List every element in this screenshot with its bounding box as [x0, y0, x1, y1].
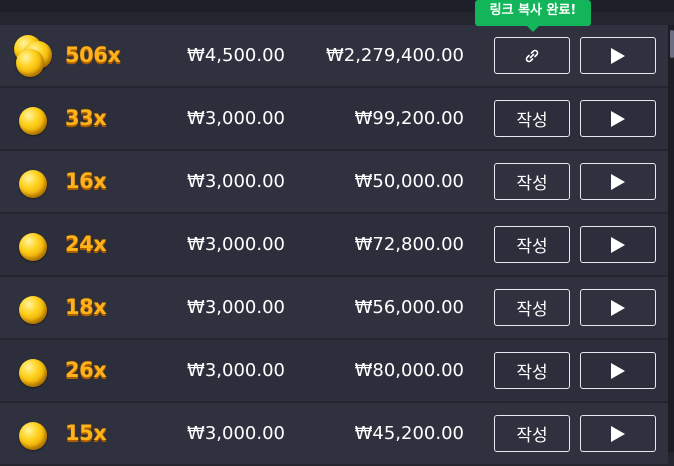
play-button[interactable] [580, 352, 656, 389]
play-button[interactable] [580, 415, 656, 452]
write-button[interactable]: 작성 [494, 226, 570, 263]
copy-link-button[interactable] [494, 37, 570, 74]
play-icon [611, 425, 625, 442]
list-item: 33x ₩3,000.00 ₩99,200.00 작성 [0, 88, 668, 149]
play-icon [611, 110, 625, 127]
bet-amount: ₩3,000.00 [187, 234, 285, 255]
play-icon [611, 47, 625, 64]
coin-pile-icon [14, 35, 52, 77]
play-button[interactable] [580, 289, 656, 326]
bet-amount: ₩4,500.00 [187, 45, 285, 66]
win-amount: ₩56,000.00 [354, 297, 464, 318]
play-icon [611, 362, 625, 379]
bet-amount: ₩3,000.00 [187, 360, 285, 381]
coin-icon [14, 102, 50, 138]
play-button[interactable] [580, 226, 656, 263]
big-win-list: 506x ₩4,500.00 ₩2,279,400.00 33x ₩3,000.… [0, 25, 668, 466]
write-button[interactable]: 작성 [494, 415, 570, 452]
coin-icon [14, 228, 50, 264]
list-item: 24x ₩3,000.00 ₩72,800.00 작성 [0, 214, 668, 275]
link-icon [525, 49, 539, 62]
scrollbar-track[interactable] [668, 25, 674, 452]
win-amount: ₩50,000.00 [354, 171, 464, 192]
multiplier: 15x [65, 421, 107, 445]
multiplier: 18x [65, 295, 107, 319]
list-item: 26x ₩3,000.00 ₩80,000.00 작성 [0, 340, 668, 401]
bet-amount: ₩3,000.00 [187, 108, 285, 129]
multiplier: 26x [65, 358, 107, 382]
write-button[interactable]: 작성 [494, 352, 570, 389]
list-item: 506x ₩4,500.00 ₩2,279,400.00 [0, 25, 668, 86]
play-icon [611, 236, 625, 253]
bet-amount: ₩3,000.00 [187, 423, 285, 444]
win-amount: ₩80,000.00 [354, 360, 464, 381]
win-amount: ₩45,200.00 [354, 423, 464, 444]
multiplier: 16x [65, 169, 107, 193]
coin-icon [14, 165, 50, 201]
play-icon [611, 299, 625, 316]
win-amount: ₩99,200.00 [354, 108, 464, 129]
win-amount: ₩2,279,400.00 [325, 45, 464, 66]
play-icon [611, 173, 625, 190]
write-button[interactable]: 작성 [494, 100, 570, 137]
list-item: 18x ₩3,000.00 ₩56,000.00 작성 [0, 277, 668, 338]
list-item: 15x ₩3,000.00 ₩45,200.00 작성 [0, 403, 668, 464]
win-amount: ₩72,800.00 [354, 234, 464, 255]
coin-icon [14, 291, 50, 327]
link-copied-tooltip: 링크 복사 완료! [475, 0, 591, 32]
coin-icon [14, 354, 50, 390]
play-button[interactable] [580, 163, 656, 200]
play-button[interactable] [580, 37, 656, 74]
scrollbar-thumb[interactable] [670, 30, 674, 58]
coin-icon [14, 417, 50, 453]
multiplier: 33x [65, 106, 107, 130]
bet-amount: ₩3,000.00 [187, 297, 285, 318]
bet-amount: ₩3,000.00 [187, 171, 285, 192]
multiplier: 506x [65, 43, 121, 67]
write-button[interactable]: 작성 [494, 163, 570, 200]
list-item: 16x ₩3,000.00 ₩50,000.00 작성 [0, 151, 668, 212]
write-button[interactable]: 작성 [494, 289, 570, 326]
play-button[interactable] [580, 100, 656, 137]
multiplier: 24x [65, 232, 107, 256]
